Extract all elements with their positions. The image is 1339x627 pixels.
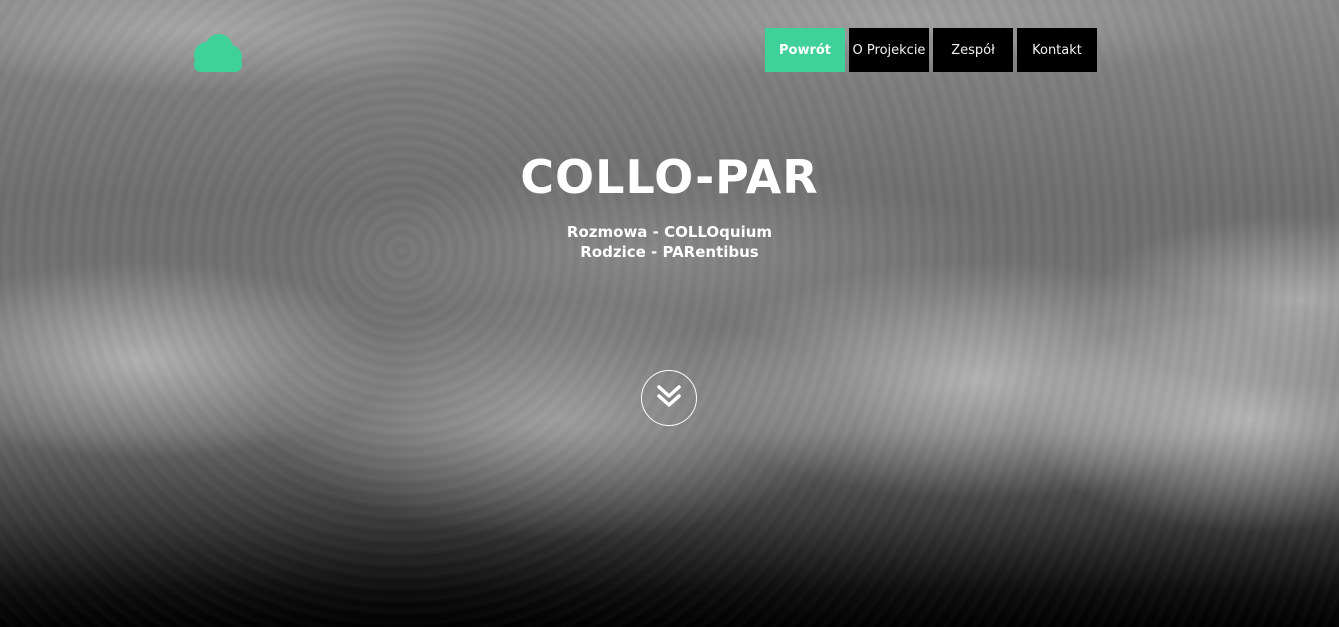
nav-item-o-projekcie[interactable]: O Projekcie <box>849 28 929 72</box>
subtitle-line-2: Rodzice - PARentibus <box>580 243 759 261</box>
cloud-icon[interactable] <box>189 31 244 72</box>
nav-item-zespol[interactable]: Zespół <box>933 28 1013 72</box>
nav-item-kontakt[interactable]: Kontakt <box>1017 28 1097 72</box>
nav-item-label: O Projekcie <box>852 42 926 58</box>
nav-item-label: Zespół <box>951 42 995 58</box>
double-chevron-down-icon <box>656 384 682 413</box>
subtitle-line-1: Rozmowa - COLLOquium <box>566 223 773 241</box>
main-navigation: Powrót O Projekcie Zespół Kontakt <box>765 28 1097 72</box>
nav-item-powrot[interactable]: Powrót <box>765 28 845 72</box>
nav-item-label: Powrót <box>778 42 832 58</box>
scroll-down-button[interactable] <box>641 370 697 426</box>
hero-section: Powrót O Projekcie Zespół Kontakt COLLO-… <box>0 0 1339 627</box>
nav-item-label: Kontakt <box>1032 42 1082 58</box>
page-title: COLLO-PAR <box>520 150 819 204</box>
